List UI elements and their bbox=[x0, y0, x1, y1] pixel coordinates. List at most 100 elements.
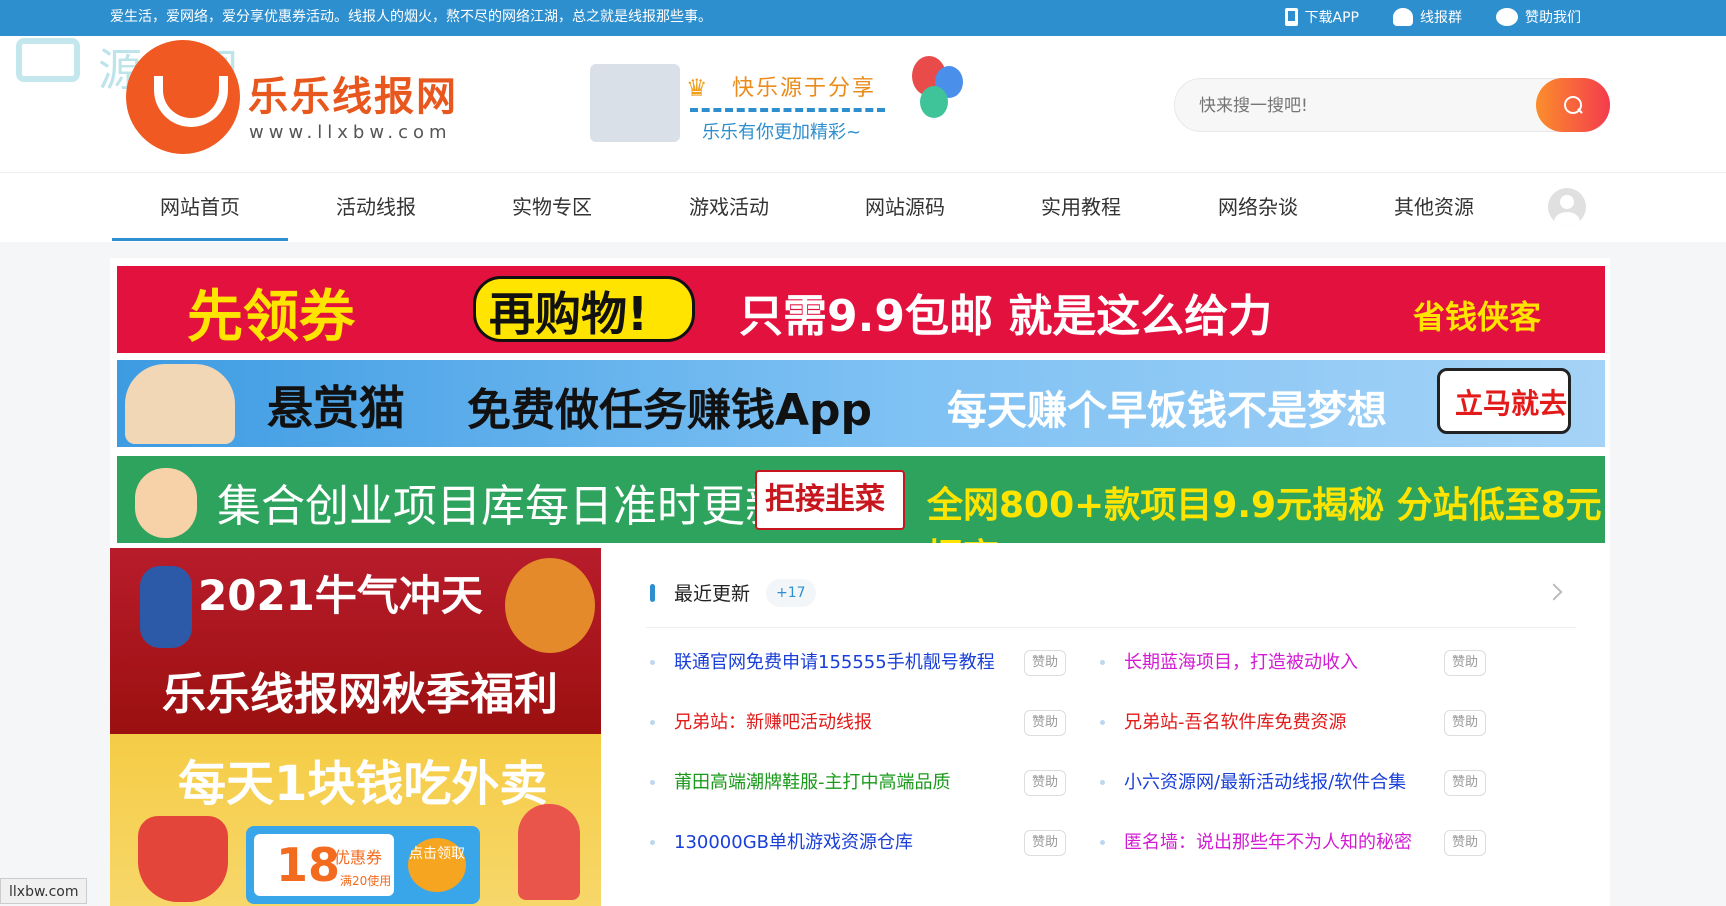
promo-line3: 每天1块钱吃外卖 bbox=[178, 756, 548, 812]
list-item: 兄弟站-吾名软件库免费资源 赞助 bbox=[1096, 708, 1496, 738]
crown-icon: ♛ bbox=[686, 74, 708, 102]
promo-line2: 乐乐线报网秋季福利 bbox=[162, 669, 558, 720]
banner2-text1: 悬赏猫 bbox=[267, 381, 405, 435]
list-item: 130000GB单机游戏资源仓库 赞助 bbox=[646, 828, 1066, 858]
search-box bbox=[1174, 78, 1610, 132]
logo-icon[interactable] bbox=[126, 40, 240, 154]
header-ad[interactable]: ♛ 快乐源于分享 乐乐有你更加精彩~ bbox=[590, 56, 970, 156]
banner3-text1: 集合创业项目库每日准时更新 bbox=[217, 481, 789, 532]
search-input[interactable] bbox=[1199, 91, 1499, 121]
promo-line1: 2021牛气冲天 bbox=[198, 571, 483, 620]
nav-item-chat[interactable]: 网络杂谈 bbox=[1170, 173, 1346, 241]
latest-updates: 最近更新 +17 联通官网免费申请155555手机靓号教程 赞助 长期蓝海项目，… bbox=[646, 548, 1610, 906]
update-link[interactable]: 莆田高端潮牌鞋服-主打中高端品质 bbox=[674, 768, 951, 798]
coupon-condition: 满20使用 bbox=[340, 874, 392, 888]
list-item: 联通官网免费申请155555手机靓号教程 赞助 bbox=[646, 648, 1066, 678]
sponsor-badge[interactable]: 赞助 bbox=[1024, 770, 1066, 796]
cartoon-man-icon bbox=[125, 364, 235, 444]
search-button[interactable] bbox=[1536, 78, 1610, 132]
group-label: 线报群 bbox=[1420, 10, 1462, 26]
nav-item-games[interactable]: 游戏活动 bbox=[641, 173, 817, 241]
bullet-icon bbox=[1100, 660, 1105, 665]
banner-task-app[interactable]: 悬赏猫 免费做任务赚钱App 每天赚个早饭钱不是梦想 立马就去 bbox=[117, 360, 1605, 447]
nav-item-home[interactable]: 网站首页 bbox=[112, 173, 288, 241]
sponsor-badge[interactable]: 赞助 bbox=[1444, 830, 1486, 856]
logo-name[interactable]: 乐乐线报网 bbox=[248, 64, 458, 122]
chevron-right-icon[interactable] bbox=[1545, 583, 1563, 601]
updates-title: 最近更新 bbox=[674, 583, 751, 605]
bullet-icon bbox=[650, 660, 655, 665]
bullet-icon bbox=[650, 720, 655, 725]
banner1-text2: 再购物! bbox=[489, 287, 648, 341]
banner-coupon[interactable]: 先领券 再购物! 只需9.9包邮 就是这么给力 省钱侠客 bbox=[117, 266, 1605, 353]
coupon-inner: 18 优惠券 满20使用 bbox=[254, 834, 394, 896]
sponsor-badge[interactable]: 赞助 bbox=[1024, 650, 1066, 676]
download-app-label: 下载APP bbox=[1304, 10, 1359, 26]
download-app-link[interactable]: 下载APP bbox=[1284, 7, 1359, 27]
list-item: 长期蓝海项目，打造被动收入 赞助 bbox=[1096, 648, 1496, 678]
sponsor-badge[interactable]: 赞助 bbox=[1024, 710, 1066, 736]
banner3-text2: 拒接韭菜 bbox=[765, 482, 885, 517]
sponsor-badge[interactable]: 赞助 bbox=[1444, 770, 1486, 796]
delivery-rider-icon bbox=[138, 816, 228, 902]
sponsor-label: 赞助我们 bbox=[1525, 10, 1581, 26]
banner2-text3: 每天赚个早饭钱不是梦想 bbox=[947, 388, 1387, 434]
logo-url: www.llxbw.com bbox=[249, 122, 452, 143]
update-link[interactable]: 130000GB单机游戏资源仓库 bbox=[674, 828, 913, 858]
nav-item-activity[interactable]: 活动线报 bbox=[288, 173, 464, 241]
update-link[interactable]: 联通官网免费申请155555手机靓号教程 bbox=[674, 648, 995, 678]
main-content: 先领券 再购物! 只需9.9包邮 就是这么给力 省钱侠客 悬赏猫 免费做任务赚钱… bbox=[110, 258, 1610, 906]
banner1-text4: 省钱侠客 bbox=[1413, 298, 1542, 336]
list-item: 小六资源网/最新活动线报/软件合集 赞助 bbox=[1096, 768, 1496, 798]
update-link[interactable]: 兄弟站-吾名软件库免费资源 bbox=[1124, 708, 1347, 738]
group-icon bbox=[1393, 8, 1413, 26]
sponsor-badge[interactable]: 赞助 bbox=[1444, 710, 1486, 736]
update-link[interactable]: 兄弟站：新赚吧活动线报 bbox=[674, 708, 872, 738]
running-man-icon bbox=[140, 566, 192, 648]
nav-item-source[interactable]: 网站源码 bbox=[817, 173, 993, 241]
watermark-logo-icon bbox=[16, 38, 80, 82]
list-item: 莆田高端潮牌鞋服-主打中高端品质 赞助 bbox=[646, 768, 1066, 798]
phone-icon bbox=[1284, 8, 1298, 26]
girl-icon bbox=[518, 804, 580, 900]
balloon-icon bbox=[920, 86, 948, 118]
banner3-text3: 全网800+款项目9.9元揭秘 分站低至8元招商 bbox=[927, 485, 1602, 543]
status-url-tooltip: llxbw.com bbox=[0, 878, 88, 904]
updates-header: 最近更新 +17 bbox=[646, 548, 1576, 628]
header-ad-line1: 快乐源于分享 bbox=[732, 76, 877, 101]
nav-item-other[interactable]: 其他资源 bbox=[1346, 173, 1522, 241]
section-marker bbox=[650, 584, 655, 602]
user-avatar-icon[interactable] bbox=[1548, 188, 1586, 226]
bullet-icon bbox=[1100, 780, 1105, 785]
nav-item-tutorials[interactable]: 实用教程 bbox=[993, 173, 1169, 241]
promo-autumn-welfare[interactable]: 2021牛气冲天 乐乐线报网秋季福利 每天1块钱吃外卖 18 优惠券 满20使用… bbox=[110, 548, 601, 906]
header-ad-divider bbox=[690, 108, 885, 112]
bullet-icon bbox=[650, 840, 655, 845]
site-header: 源素网 乐乐线报网 www.llxbw.com ♛ 快乐源于分享 乐乐有你更加精… bbox=[0, 36, 1726, 172]
cartoon-kid-icon bbox=[135, 468, 197, 538]
sponsor-link[interactable]: 赞助我们 bbox=[1496, 7, 1581, 27]
bullet-icon bbox=[1100, 840, 1105, 845]
sponsor-badge[interactable]: 赞助 bbox=[1024, 830, 1066, 856]
site-slogan: 爱生活，爱网络，爱分享优惠券活动。线报人的烟火，熬不尽的网络江湖，总之就是线报那… bbox=[110, 9, 712, 25]
group-link[interactable]: 线报群 bbox=[1393, 7, 1462, 27]
update-link[interactable]: 匿名墙：说出那些年不为人知的秘密 bbox=[1124, 828, 1412, 858]
update-link[interactable]: 长期蓝海项目，打造被动收入 bbox=[1124, 648, 1358, 678]
banner2-text2: 免费做任务赚钱App bbox=[467, 385, 873, 436]
bullet-icon bbox=[650, 780, 655, 785]
banner-projects[interactable]: 集合创业项目库每日准时更新 拒接韭菜 全网800+款项目9.9元揭秘 分站低至8… bbox=[117, 456, 1605, 543]
coupon-claim-button[interactable]: 点击领取 bbox=[408, 838, 466, 892]
coupon-value: 18 bbox=[276, 838, 341, 892]
update-link[interactable]: 小六资源网/最新活动线报/软件合集 bbox=[1124, 768, 1406, 798]
scholars-illustration-icon bbox=[590, 64, 680, 142]
top-bar: 爱生活，爱网络，爱分享优惠券活动。线报人的烟火，熬不尽的网络江湖，总之就是线报那… bbox=[0, 0, 1726, 36]
coupon-label: 优惠券 bbox=[334, 848, 383, 867]
nav-item-goods[interactable]: 实物专区 bbox=[464, 173, 640, 241]
list-item: 匿名墙：说出那些年不为人知的秘密 赞助 bbox=[1096, 828, 1496, 858]
main-nav: 网站首页 活动线报 实物专区 游戏活动 网站源码 实用教程 网络杂谈 其他资源 bbox=[0, 172, 1726, 242]
updates-count: +17 bbox=[766, 579, 816, 607]
sponsor-badge[interactable]: 赞助 bbox=[1444, 650, 1486, 676]
promo-coupon: 18 优惠券 满20使用 点击领取 bbox=[246, 826, 480, 904]
wechat-icon bbox=[1496, 8, 1518, 26]
banner2-text4: 立马就去 bbox=[1455, 387, 1568, 420]
